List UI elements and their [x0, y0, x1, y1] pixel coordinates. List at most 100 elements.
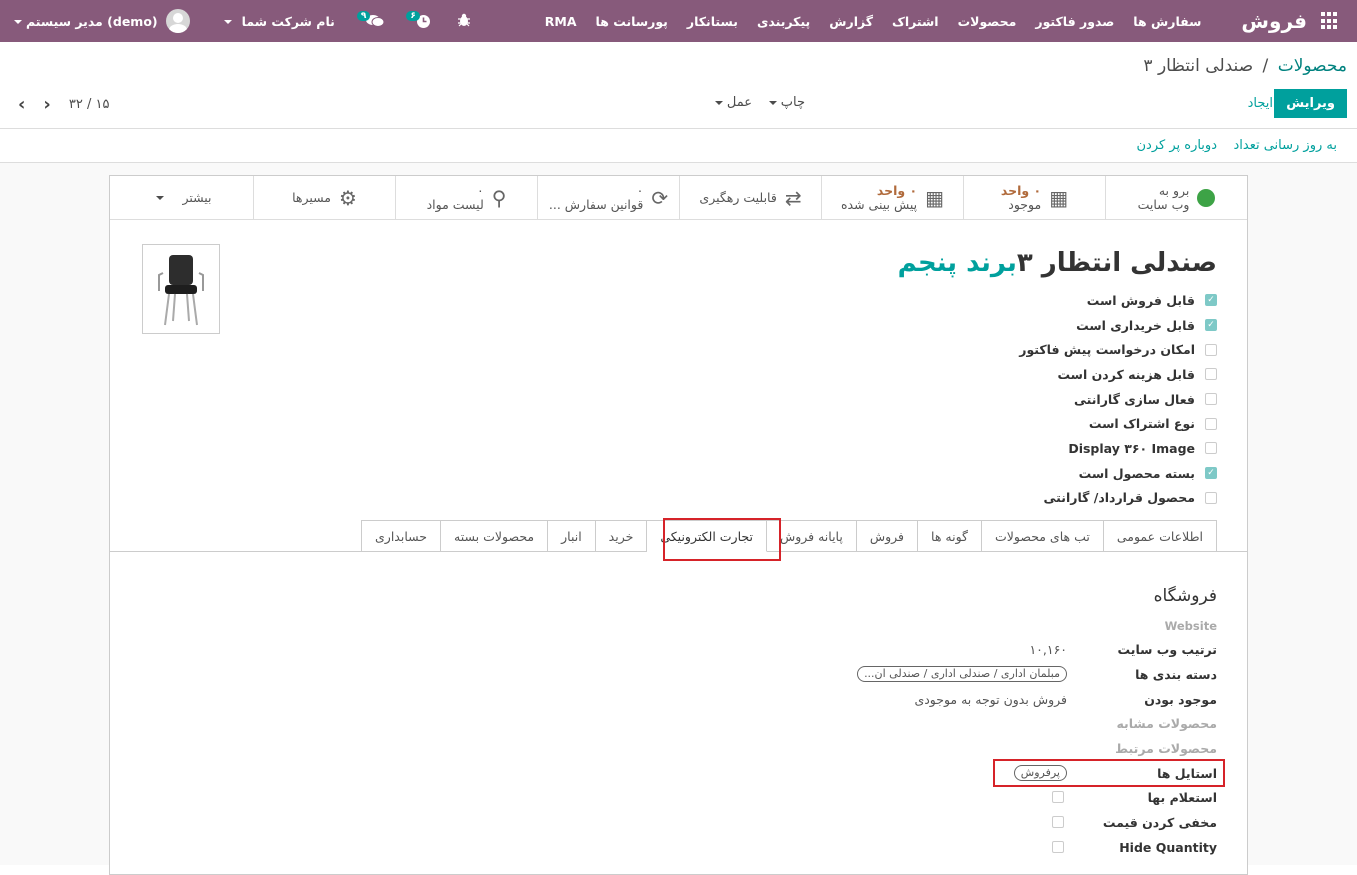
- action-dropdown[interactable]: عمل: [711, 95, 752, 110]
- refill-button[interactable]: دوباره پر کردن: [1137, 138, 1218, 153]
- menu-products[interactable]: محصولات: [958, 14, 1017, 29]
- bom-label: لیست مواد: [426, 197, 484, 212]
- tab-purchase[interactable]: خرید: [594, 520, 648, 552]
- field-label: موجود بودن: [1144, 691, 1217, 707]
- menu-invoicing[interactable]: صدور فاکتور: [1035, 14, 1114, 29]
- reorder-value: ۰: [636, 183, 644, 198]
- tab-accounting[interactable]: حسابداری: [361, 520, 442, 552]
- checkbox-row: ✓ قابل فروش است: [1019, 288, 1217, 313]
- website-sequence-value[interactable]: ۱۰,۱۶۰: [1029, 642, 1067, 657]
- app-brand: فروش: [1241, 9, 1307, 33]
- checkbox-label: قابل خریداری است: [1076, 317, 1195, 333]
- pager-value[interactable]: ۱۵ / ۳۲: [69, 97, 110, 112]
- availability-value[interactable]: فروش بدون توجه به موجودی: [914, 692, 1067, 707]
- checkbox-display-360[interactable]: [1205, 442, 1217, 455]
- company-caret[interactable]: [220, 14, 236, 29]
- product-flags: ✓ قابل فروش است ✓ قابل خریداری است امکان د…: [1019, 288, 1217, 510]
- checkbox-label: قابل فروش است: [1086, 292, 1195, 308]
- product-image[interactable]: [142, 244, 220, 334]
- breadcrumb-parent[interactable]: محصولات: [1278, 56, 1347, 76]
- checkbox-row: ✓ قابل خریداری است: [1019, 313, 1217, 338]
- menu-commissions[interactable]: پورسانت ها: [596, 14, 668, 29]
- print-dropdown[interactable]: چاپ: [765, 95, 805, 110]
- product-title: صندلی انتظار ۳برند پنجم: [898, 248, 1217, 278]
- apps-menu-icon[interactable]: [1319, 12, 1337, 30]
- control-panel: محصولات / صندلی انتظار ۳ ویرایش ایجاد چا…: [0, 42, 1357, 129]
- checkbox-row: امکان درخواست پیش فاکتور: [1019, 337, 1217, 362]
- update-qty-button[interactable]: به روز رسانی تعداد: [1233, 138, 1337, 153]
- website-sequence-field: ترتیب وب سایت ۱۰,۱۶۰: [817, 638, 1217, 660]
- messages-button[interactable]: ۹: [356, 11, 385, 28]
- forecast-value: ۰ واحد: [876, 183, 918, 198]
- product-brand[interactable]: برند پنجم: [898, 248, 1017, 278]
- breadcrumb: محصولات / صندلی انتظار ۳: [1143, 56, 1347, 76]
- hide-quantity-field: Hide Quantity: [817, 836, 1217, 858]
- notebook-tabs: اطلاعات عمومی تب های محصولات گونه ها فرو…: [361, 520, 1217, 552]
- website-line2: وب سایت: [1137, 197, 1190, 212]
- price-inquiry-checkbox[interactable]: [1052, 791, 1064, 803]
- ecommerce-tab-highlight: [663, 518, 781, 561]
- checkbox-contract[interactable]: [1205, 491, 1217, 504]
- shop-section-subtitle: Website: [1164, 619, 1217, 633]
- edit-button[interactable]: ویرایش: [1274, 89, 1347, 118]
- pager: ‹ › ۱۵ / ۳۲: [18, 94, 109, 115]
- accessory-products-field: محصولات مرتبط: [817, 737, 1217, 759]
- checkbox-quote[interactable]: [1205, 343, 1217, 356]
- field-label: ترتیب وب سایت: [1117, 641, 1217, 657]
- checkbox-expense[interactable]: [1205, 368, 1217, 381]
- company-switcher[interactable]: نام شرکت شما: [242, 14, 335, 29]
- website-line1: برو به: [1158, 183, 1190, 198]
- menu-subscription[interactable]: اشتراک: [892, 14, 939, 29]
- user-name[interactable]: مدیر سیستم (demo): [26, 14, 158, 29]
- avatar[interactable]: [165, 9, 190, 33]
- tab-sales[interactable]: فروش: [855, 520, 919, 552]
- tab-general[interactable]: اطلاعات عمومی: [1102, 520, 1217, 552]
- activities-badge: ۶: [406, 11, 420, 21]
- menu-configuration[interactable]: پیکربندی: [757, 14, 810, 29]
- hide-price-checkbox[interactable]: [1052, 816, 1064, 828]
- checkbox-label: محصول قرارداد/ گارانتی: [1043, 490, 1195, 506]
- tab-inventory[interactable]: انبار: [547, 520, 596, 552]
- user-menu-caret[interactable]: [10, 14, 26, 29]
- bom-button[interactable]: ⚲ ۰ لیست مواد: [395, 176, 537, 220]
- hide-quantity-checkbox[interactable]: [1052, 841, 1064, 853]
- tab-variants[interactable]: گونه ها: [917, 520, 982, 552]
- main-menu: سفارش ها صدور فاکتور محصولات اشتراک گزار…: [545, 14, 1202, 29]
- action-label: عمل: [726, 95, 752, 110]
- tab-product-tabs[interactable]: تب های محصولات: [981, 520, 1104, 552]
- caret-down-icon: [768, 100, 777, 105]
- field-label: مخفی کردن قیمت: [1102, 814, 1217, 830]
- gears-icon: ⚙: [339, 186, 357, 210]
- tab-pack-products[interactable]: محصولات بسته: [440, 520, 549, 552]
- activities-button[interactable]: ۶: [406, 11, 431, 29]
- checkbox-purchase-ok[interactable]: ✓: [1205, 319, 1217, 332]
- menu-creditor[interactable]: بستانکار: [687, 14, 738, 29]
- checkbox-label: Display ۳۶۰ Image: [1068, 440, 1195, 456]
- menu-rma[interactable]: RMA: [545, 14, 577, 29]
- checkbox-pack[interactable]: ✓: [1205, 467, 1217, 480]
- hide-price-field: مخفی کردن قیمت: [817, 811, 1217, 833]
- styles-highlight: [993, 759, 1225, 787]
- checkbox-subscription[interactable]: [1205, 417, 1217, 430]
- traceability-button[interactable]: ⇄ قابلیت رهگیری: [679, 176, 821, 220]
- category-tag[interactable]: مبلمان اداری / صندلی اداری / صندلی ان...: [857, 666, 1067, 682]
- debug-bug-icon[interactable]: [457, 13, 471, 30]
- create-button[interactable]: ایجاد: [1248, 96, 1273, 111]
- menu-orders[interactable]: سفارش ها: [1133, 14, 1201, 29]
- top-navbar: فروش سفارش ها صدور فاکتور محصولات اشتراک…: [0, 0, 1357, 42]
- breadcrumb-separator: /: [1262, 56, 1269, 76]
- forecast-button[interactable]: ▦ ۰ واحد پیش بینی شده: [821, 176, 963, 220]
- website-button[interactable]: برو به وب سایت: [1105, 176, 1247, 220]
- prev-icon[interactable]: ‹: [18, 94, 25, 115]
- checkbox-sale-ok[interactable]: ✓: [1205, 294, 1217, 307]
- next-icon[interactable]: ›: [43, 94, 50, 115]
- reorder-label: قوانین سفارش ...: [548, 197, 644, 212]
- status-bar: به روز رسانی تعداد دوباره پر کردن: [0, 129, 1357, 163]
- more-button[interactable]: بیشتر: [111, 176, 253, 220]
- menu-reporting[interactable]: گزارش: [829, 14, 873, 29]
- checkbox-label: بسته محصول است: [1078, 465, 1195, 481]
- reorder-rules-button[interactable]: ⟳ ۰ قوانین سفارش ...: [537, 176, 679, 220]
- on-hand-button[interactable]: ▦ ۰ واحد موجود: [963, 176, 1105, 220]
- routes-button[interactable]: ⚙ مسیرها: [253, 176, 395, 220]
- checkbox-warranty[interactable]: [1205, 393, 1217, 406]
